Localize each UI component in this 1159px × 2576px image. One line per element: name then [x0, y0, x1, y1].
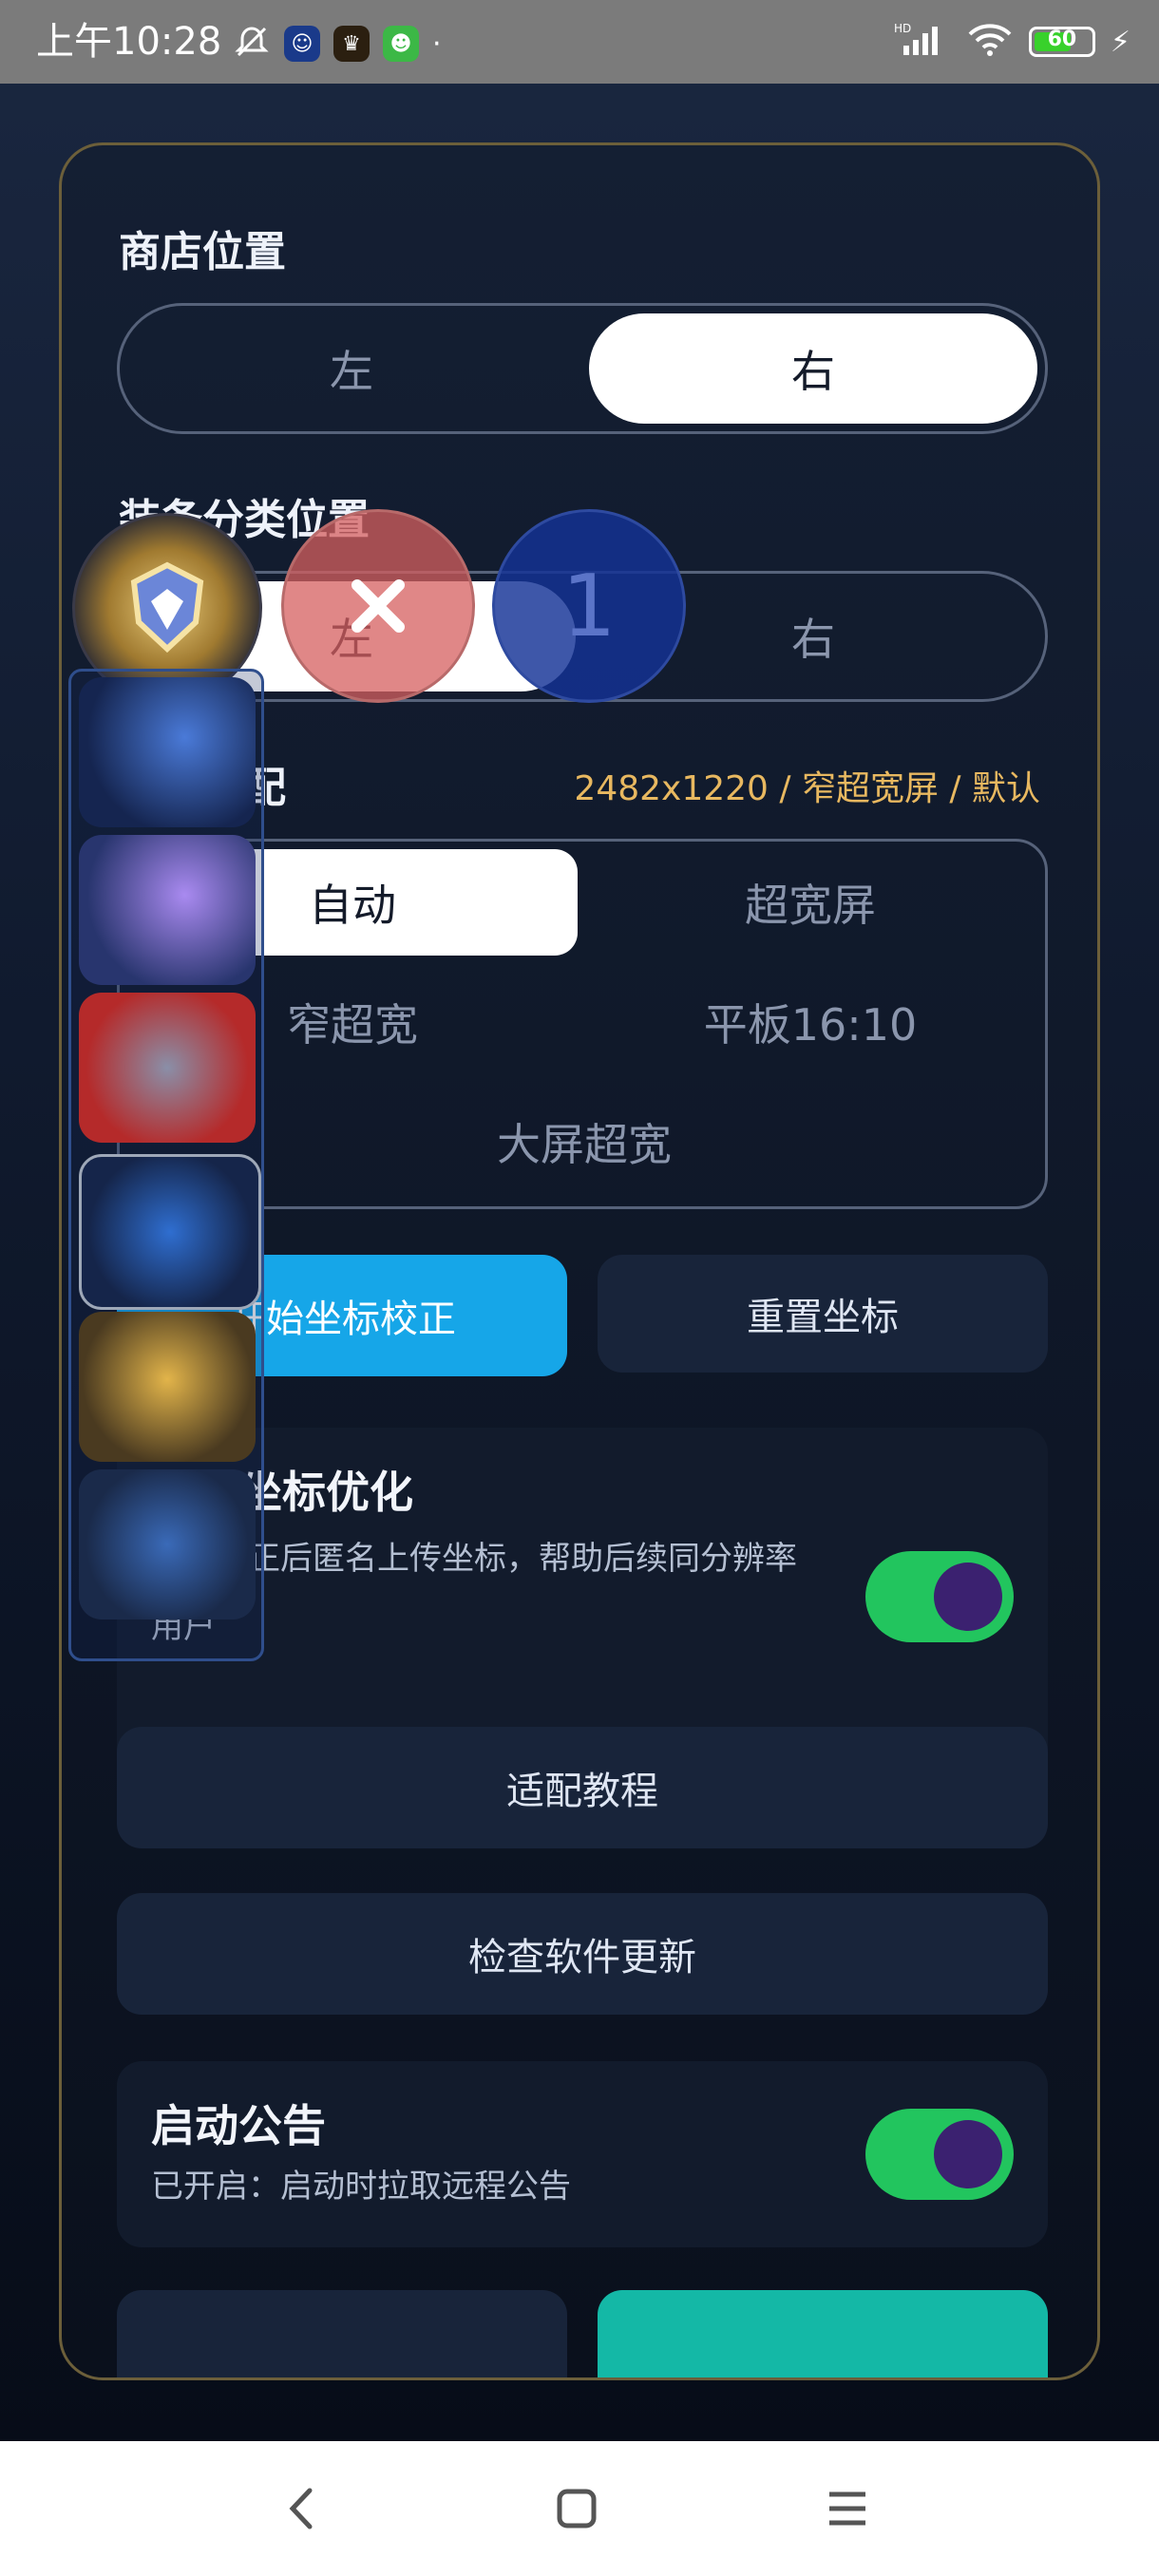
- signal-icon: HD: [894, 21, 951, 63]
- close-icon: [352, 579, 405, 633]
- navigation-bar: [0, 2441, 1159, 2576]
- back-button[interactable]: [269, 2475, 335, 2542]
- back-arrow-icon: [289, 2488, 313, 2529]
- hero-icon-strip: [68, 669, 264, 1661]
- home-button[interactable]: [543, 2475, 610, 2542]
- toggle-knob: [934, 1563, 1002, 1631]
- store-position-label: 商店位置: [119, 228, 286, 276]
- hero-item-3[interactable]: [79, 993, 256, 1143]
- mute-bell-icon: [233, 23, 271, 65]
- bottom-right-button[interactable]: [598, 2290, 1048, 2377]
- status-time: 上午10:28: [36, 20, 222, 64]
- home-square-icon: [557, 2489, 597, 2529]
- store-position-segmented: 左 右: [117, 303, 1048, 434]
- tutorial-button[interactable]: 适配教程: [117, 1727, 1048, 1848]
- startup-notice-card: 启动公告 已开启：启动时拉取远程公告: [117, 2061, 1048, 2247]
- hero-item-5[interactable]: [79, 1312, 256, 1462]
- svg-text:HD: HD: [894, 22, 911, 35]
- status-bar: 上午10:28 ☺ ♛ ☻ · HD 60 ⚡: [0, 0, 1159, 84]
- startup-notice-description: 已开启：启动时拉取远程公告: [151, 2168, 571, 2206]
- coord-optimize-toggle[interactable]: [865, 1551, 1014, 1642]
- recents-button[interactable]: [814, 2475, 881, 2542]
- resolution-info: 2482x1220 / 窄超宽屏 / 默认: [574, 769, 1040, 808]
- status-system-icons: HD 60 ⚡: [894, 21, 1130, 63]
- mode-large-ultrawide-option[interactable]: 大屏超宽: [359, 1089, 809, 1195]
- charging-icon: ⚡: [1110, 25, 1130, 59]
- hero-item-1[interactable]: [79, 677, 256, 827]
- store-position-right-option[interactable]: 右: [589, 313, 1037, 424]
- startup-notice-toggle[interactable]: [865, 2109, 1014, 2200]
- hero-item-6[interactable]: [79, 1469, 256, 1619]
- hero-item-2[interactable]: [79, 835, 256, 985]
- status-notification-icons: ☺ ♛ ☻ ·: [233, 23, 442, 65]
- wifi-icon: [966, 21, 1014, 63]
- store-position-left-option[interactable]: 左: [127, 313, 576, 424]
- menu-lines-icon: [829, 2491, 865, 2526]
- floating-close-button[interactable]: [281, 509, 475, 703]
- battery-icon: 60: [1028, 27, 1095, 57]
- mode-ultrawide-option[interactable]: 超宽屏: [585, 849, 1036, 956]
- startup-notice-title: 启动公告: [151, 2100, 326, 2151]
- check-update-button[interactable]: 检查软件更新: [117, 1893, 1048, 2015]
- app-icon-green: ☻: [383, 26, 419, 62]
- mode-tablet-option[interactable]: 平板16:10: [585, 969, 1036, 1075]
- hero-item-4[interactable]: [79, 1154, 261, 1310]
- reset-coords-button[interactable]: 重置坐标: [598, 1255, 1048, 1373]
- toggle-knob: [934, 2120, 1002, 2188]
- more-dot-icon: ·: [432, 27, 442, 61]
- app-icon-bot: ☺: [284, 26, 320, 62]
- app-icon-game: ♛: [333, 26, 370, 62]
- floating-count-badge[interactable]: 1: [492, 509, 686, 703]
- battery-level: 60: [1047, 28, 1077, 51]
- shield-emblem-icon: [130, 561, 204, 653]
- bottom-left-button[interactable]: [117, 2290, 567, 2377]
